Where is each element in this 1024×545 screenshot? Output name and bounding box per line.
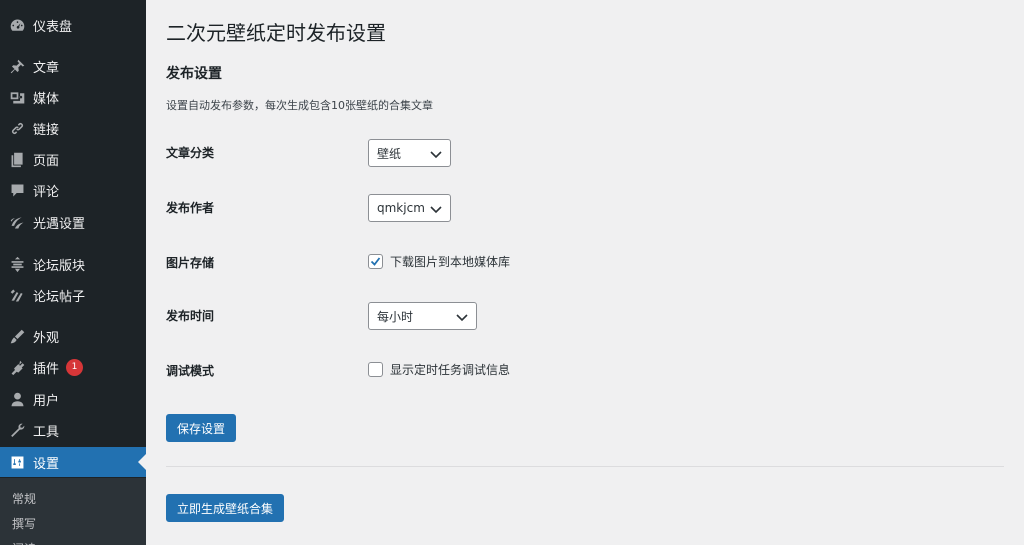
link-icon (8, 119, 26, 137)
update-count-badge: 1 (66, 358, 84, 376)
divider (166, 466, 1004, 467)
menu-item-users[interactable]: 用户 (0, 384, 146, 414)
menu-item-label: 媒体 (33, 91, 60, 107)
menu-item-label: 论坛帖子 (33, 289, 86, 305)
author-select[interactable]: qmkjcm (368, 194, 451, 222)
menu-item-label: 仪表盘 (33, 19, 73, 35)
sky-icon (8, 213, 26, 231)
submenu-item-reading[interactable]: 阅读 (12, 540, 36, 545)
comment-icon (8, 181, 26, 199)
schedule-value: 每小时 (377, 309, 414, 324)
admin-sidebar: 仪表盘 文章 媒体 链接 页面 评论 光遇设置 论坛版块 论坛帖子 外观 插件 … (0, 0, 146, 545)
menu-item-label: 论坛版块 (33, 258, 86, 274)
settings-icon (8, 453, 26, 471)
menu-item-forums[interactable]: 论坛版块 (0, 249, 146, 279)
save-settings-button[interactable]: 保存设置 (166, 414, 237, 442)
forum-icon (8, 255, 26, 273)
generate-collection-button[interactable]: 立即生成壁纸合集 (166, 494, 285, 522)
chevron-down-icon (430, 203, 442, 214)
author-value: qmkjcm (377, 201, 425, 215)
topic-icon (8, 286, 26, 304)
menu-item-topics[interactable]: 论坛帖子 (0, 280, 146, 310)
menu-item-sky-settings[interactable]: 光遇设置 (0, 207, 146, 237)
section-title: 发布设置 (166, 66, 222, 82)
menu-item-label: 工具 (33, 424, 60, 440)
menu-item-label: 光遇设置 (33, 216, 86, 232)
storage-label: 图片存储 (166, 256, 215, 270)
submenu-item-writing[interactable]: 撰写 (12, 515, 36, 532)
menu-item-label: 页面 (33, 153, 60, 169)
storage-checkbox-label[interactable]: 下载图片到本地媒体库 (390, 253, 510, 270)
dashboard-icon (8, 16, 26, 34)
menu-item-label: 设置 (33, 456, 60, 472)
author-label: 发布作者 (166, 201, 215, 215)
menu-item-label: 链接 (33, 122, 60, 138)
menu-item-label: 用户 (33, 393, 60, 409)
menu-item-settings[interactable]: 设置 (0, 447, 146, 477)
menu-item-dashboard[interactable]: 仪表盘 (0, 10, 146, 40)
media-icon (8, 88, 26, 106)
pin-icon (8, 57, 26, 75)
menu-item-posts[interactable]: 文章 (0, 51, 146, 81)
settings-submenu: 常规 撰写 阅读 (0, 478, 146, 545)
menu-item-label: 外观 (33, 330, 60, 346)
schedule-label: 发布时间 (166, 309, 215, 323)
chevron-down-icon (456, 311, 468, 322)
menu-item-plugins[interactable]: 插件 1 (0, 352, 146, 382)
menu-item-tools[interactable]: 工具 (0, 415, 146, 445)
menu-item-label: 文章 (33, 60, 60, 76)
menu-item-links[interactable]: 链接 (0, 113, 146, 143)
menu-item-pages[interactable]: 页面 (0, 144, 146, 174)
category-value: 壁纸 (377, 146, 402, 161)
page-icon (8, 150, 26, 168)
schedule-select[interactable]: 每小时 (368, 302, 477, 330)
plugin-icon (8, 358, 26, 376)
section-description: 设置自动发布参数，每次生成包含10张壁纸的合集文章 (166, 99, 433, 112)
menu-item-label: 插件 (33, 361, 60, 377)
menu-item-media[interactable]: 媒体 (0, 82, 146, 112)
settings-page: 二次元壁纸定时发布设置 发布设置 设置自动发布参数，每次生成包含10张壁纸的合集… (166, 0, 1004, 545)
debug-option: 显示定时任务调试信息 (368, 361, 510, 378)
chevron-down-icon (430, 148, 442, 159)
category-select[interactable]: 壁纸 (368, 139, 451, 167)
category-label: 文章分类 (166, 146, 215, 160)
tools-icon (8, 421, 26, 439)
storage-checkbox[interactable] (368, 254, 383, 269)
debug-checkbox[interactable] (368, 362, 383, 377)
page-title: 二次元壁纸定时发布设置 (166, 21, 386, 45)
menu-item-comments[interactable]: 评论 (0, 175, 146, 205)
menu-item-appearance[interactable]: 外观 (0, 321, 146, 351)
debug-checkbox-label[interactable]: 显示定时任务调试信息 (390, 361, 510, 378)
appearance-icon (8, 327, 26, 345)
submenu-item-general[interactable]: 常规 (12, 490, 36, 507)
storage-option: 下载图片到本地媒体库 (368, 253, 510, 270)
menu-item-label: 评论 (33, 184, 60, 200)
user-icon (8, 390, 26, 408)
debug-label: 调试模式 (166, 364, 215, 378)
checkmark-icon (370, 257, 381, 266)
